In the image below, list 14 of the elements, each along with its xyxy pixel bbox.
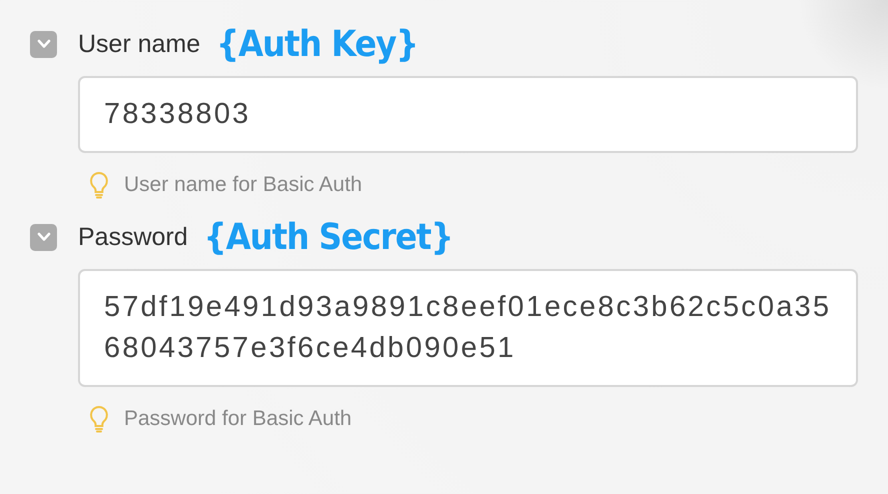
annotation-text: {Auth Secret} <box>204 216 453 258</box>
hint-text: User name for Basic Auth <box>124 173 362 197</box>
chevron-icon <box>36 39 50 49</box>
annotation-text: {Auth Key} <box>216 24 418 64</box>
field-label: User name <box>78 30 200 58</box>
lightbulb-icon <box>88 405 110 433</box>
collapse-toggle[interactable] <box>30 224 57 250</box>
field-label: Password <box>78 222 188 252</box>
text-field[interactable]: 78338803 <box>78 76 858 153</box>
text-field[interactable]: 57df19e491d93a9891c8eef01ece8c3b62c5c0a3568043757e3f6ce4db090e51 <box>78 269 858 387</box>
chevron-icon <box>36 232 50 242</box>
collapse-toggle[interactable] <box>30 30 57 58</box>
hint-text: Password for Basic Auth <box>124 407 352 431</box>
lightbulb-icon <box>88 171 110 199</box>
